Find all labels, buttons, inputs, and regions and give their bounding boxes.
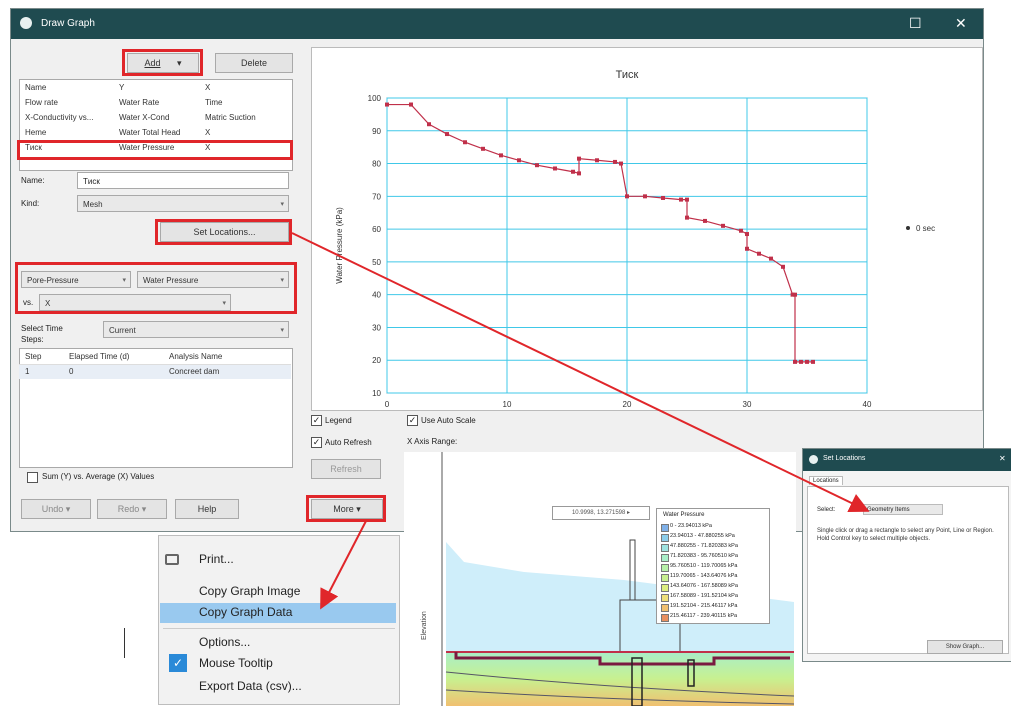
arrow-to-copy-graph-data [320,520,367,610]
arrow-to-set-locations [291,232,870,513]
annotation-overlay [291,232,870,610]
